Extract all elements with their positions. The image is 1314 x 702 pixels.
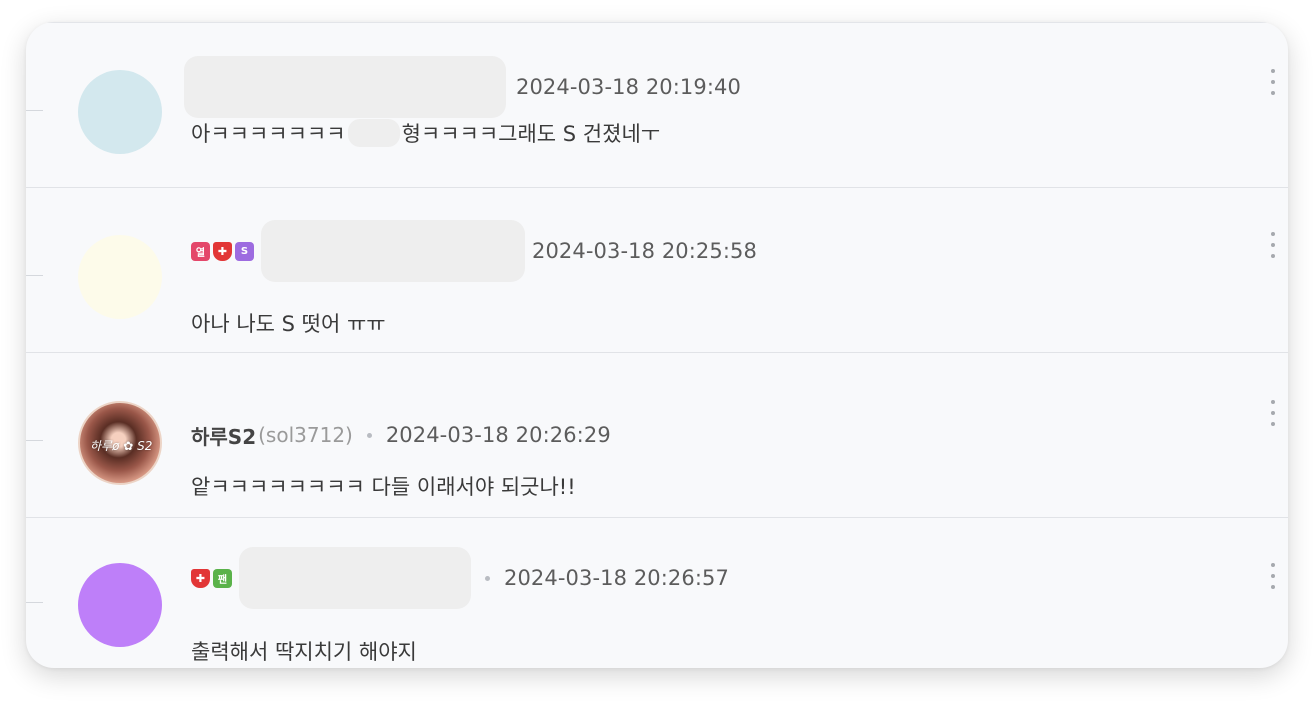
fan-level-badge-icon: 열 [191, 241, 210, 261]
comment-text: 출력해서 딱지치기 해야지 [191, 640, 417, 664]
comment-timestamp: 2024-03-18 20:26:29 [385, 423, 611, 447]
comment-item: 2024-03-18 20:19:40 아ㅋㅋㅋㅋㅋㅋㅋ 형ㅋㅋㅋㅋ그래도 S … [26, 23, 1288, 188]
comment-text-part: 형ㅋㅋㅋㅋ그래도 S 건졌네ㅜ [401, 122, 661, 146]
comment-text: 아ㅋㅋㅋㅋㅋㅋㅋ 형ㅋㅋㅋㅋ그래도 S 건졌네ㅜ [191, 118, 660, 148]
avatar[interactable] [78, 235, 162, 319]
comment-text-part: 아ㅋㅋㅋㅋㅋㅋㅋ [191, 122, 346, 146]
comment-meta: 열 ✚ S 2024-03-18 20:25:58 [191, 220, 757, 282]
more-vertical-icon[interactable] [1268, 400, 1278, 426]
separator-dot [485, 575, 490, 581]
comment-item: 하루ø ✿ S2 하루S2 (sol3712) 2024-03-18 20:26… [26, 353, 1288, 518]
comment-list: 2024-03-18 20:19:40 아ㅋㅋㅋㅋㅋㅋㅋ 형ㅋㅋㅋㅋ그래도 S … [26, 22, 1288, 668]
comment-timestamp: 2024-03-18 20:25:58 [532, 239, 757, 263]
comment-timestamp: 2024-03-18 20:19:40 [516, 75, 741, 99]
user-id: (sol3712) [258, 423, 353, 447]
fan-badge-icon: 팬 [213, 568, 232, 588]
comment-timestamp: 2024-03-18 20:26:57 [504, 566, 729, 590]
comment-text: 앝ㅋㅋㅋㅋㅋㅋㅋㅋ 다들 이래서야 되긋나!! [191, 475, 576, 499]
redacted-username [184, 56, 506, 118]
comment-text: 아나 나도 S 떳어 ㅠㅠ [191, 312, 386, 336]
avatar[interactable] [78, 70, 162, 154]
redacted-username [261, 220, 525, 282]
support-shield-badge-icon: ✚ [191, 568, 210, 588]
thread-line [26, 602, 43, 603]
username[interactable]: 하루S2 [191, 421, 256, 450]
support-shield-badge-icon: ✚ [213, 241, 232, 261]
thread-line [26, 110, 43, 111]
avatar-caption: 하루ø ✿ S2 [90, 439, 153, 453]
separator-dot [366, 432, 372, 438]
subscriber-s-badge-icon: S [235, 241, 254, 261]
avatar[interactable] [78, 563, 162, 647]
comment-meta: 하루S2 (sol3712) 2024-03-18 20:26:29 [191, 415, 611, 455]
redacted-mention [347, 119, 400, 147]
thread-line [26, 440, 43, 441]
comment-item: 열 ✚ S 2024-03-18 20:25:58 아나 나도 S 떳어 ㅠㅠ [26, 188, 1288, 353]
comment-meta: 2024-03-18 20:19:40 [184, 56, 741, 118]
more-vertical-icon[interactable] [1268, 232, 1278, 258]
comment-meta: ✚ 팬 2024-03-18 20:26:57 [191, 547, 729, 609]
more-vertical-icon[interactable] [1268, 69, 1278, 95]
avatar[interactable]: 하루ø ✿ S2 [78, 401, 162, 485]
thread-line [26, 275, 43, 276]
comment-item: ✚ 팬 2024-03-18 20:26:57 출력해서 딱지치기 해야지 [26, 518, 1288, 668]
more-vertical-icon[interactable] [1268, 563, 1278, 589]
redacted-username [239, 547, 471, 609]
